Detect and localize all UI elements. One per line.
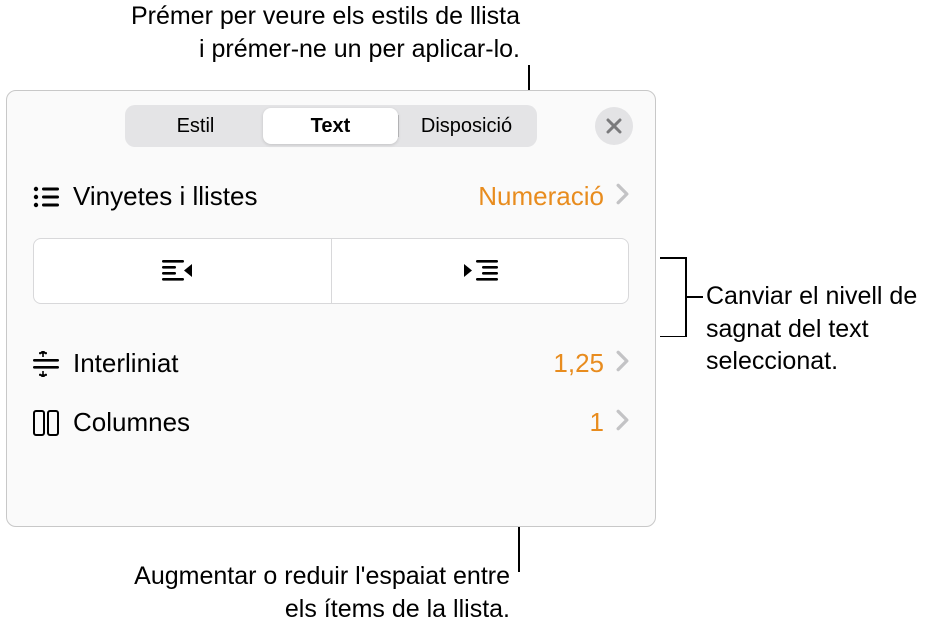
format-panel: Estil Text Disposició Viny xyxy=(6,90,656,527)
bullet-list-icon xyxy=(33,185,73,209)
chevron-right-icon xyxy=(616,183,629,210)
line-spacing-value: 1,25 xyxy=(553,348,604,379)
callout-right: Canviar el nivell de sagnat del text sel… xyxy=(706,280,931,378)
line-spacing-row[interactable]: Interliniat 1,25 xyxy=(7,334,655,393)
tab-layout[interactable]: Disposició xyxy=(399,108,534,144)
bullets-lists-row[interactable]: Vinyetes i llistes Numeració xyxy=(7,167,655,226)
format-tabs-segmented: Estil Text Disposició xyxy=(125,105,537,147)
panel-body: Vinyetes i llistes Numeració xyxy=(7,167,655,452)
tab-text[interactable]: Text xyxy=(263,108,398,144)
chevron-right-icon xyxy=(616,409,629,436)
callout-top: Prémer per veure els estils de llista i … xyxy=(120,0,520,65)
columns-label: Columnes xyxy=(73,407,590,438)
tab-style[interactable]: Estil xyxy=(128,108,263,144)
chevron-right-icon xyxy=(616,350,629,377)
columns-value: 1 xyxy=(590,407,604,438)
indent-controls xyxy=(33,238,629,304)
close-button[interactable] xyxy=(595,107,633,145)
increase-indent-button[interactable] xyxy=(332,239,629,303)
decrease-indent-icon xyxy=(162,258,202,284)
bullets-lists-value: Numeració xyxy=(478,181,604,212)
callout-leader-right xyxy=(660,257,700,337)
line-spacing-label: Interliniat xyxy=(73,348,553,379)
close-icon xyxy=(606,118,622,134)
callout-bottom: Augmentar o reduir l'espaiat entre els í… xyxy=(110,560,510,625)
columns-icon xyxy=(33,410,73,436)
panel-header: Estil Text Disposició xyxy=(7,105,655,147)
bullets-lists-label: Vinyetes i llistes xyxy=(73,181,478,212)
line-spacing-icon xyxy=(33,351,73,377)
increase-indent-icon xyxy=(460,258,500,284)
decrease-indent-button[interactable] xyxy=(34,239,332,303)
columns-row[interactable]: Columnes 1 xyxy=(7,393,655,452)
